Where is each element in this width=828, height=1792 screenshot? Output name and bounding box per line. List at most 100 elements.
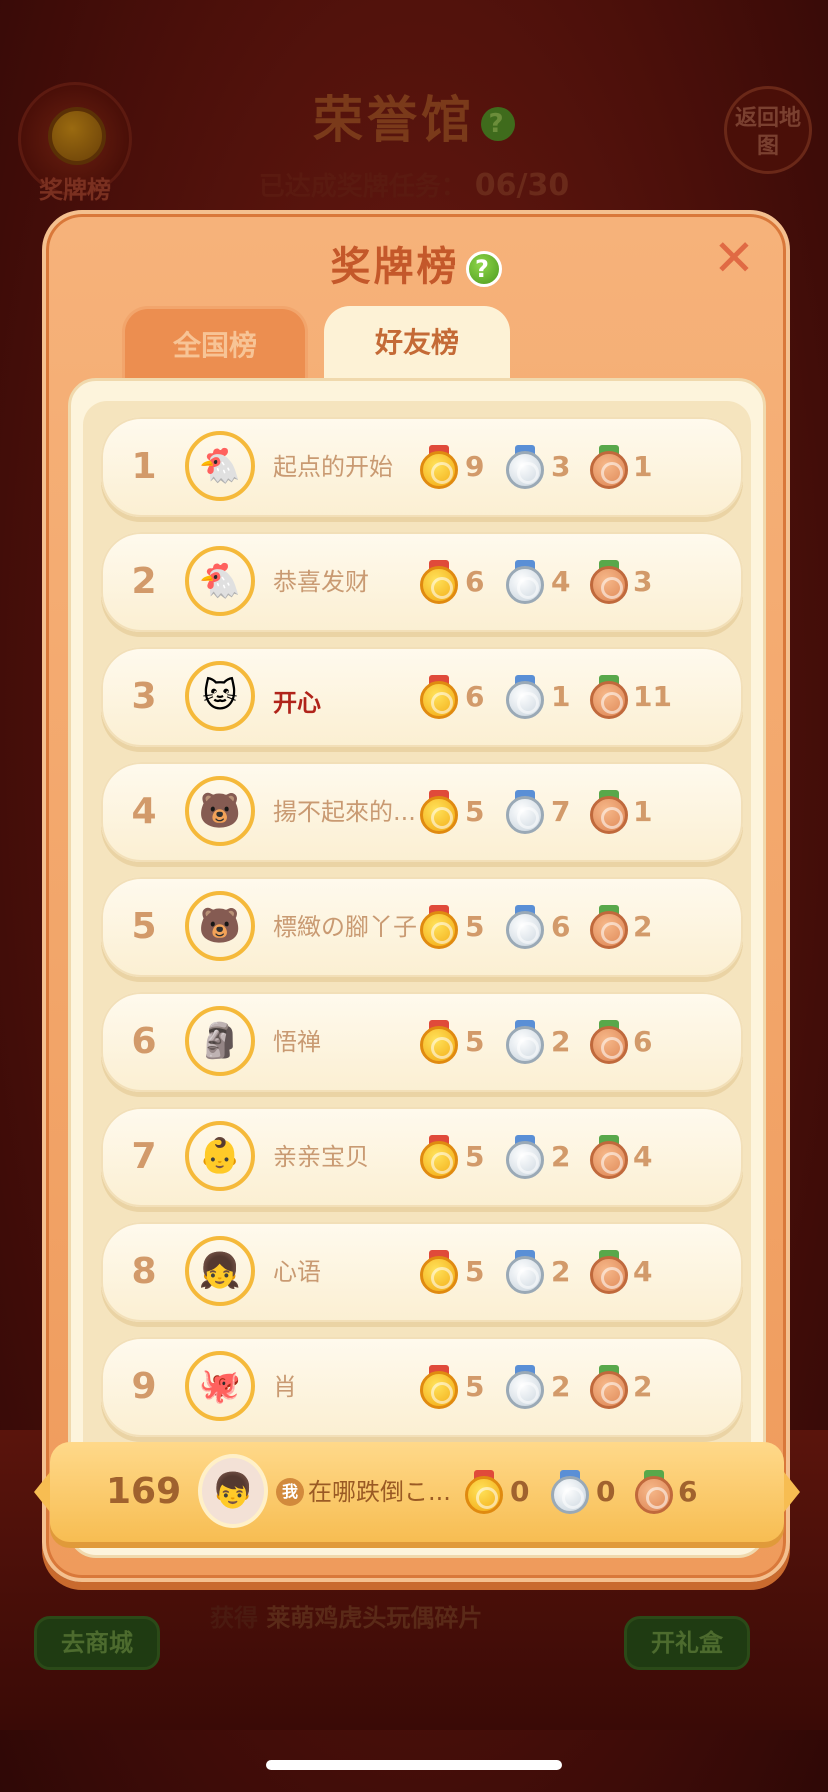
bronze-count: 6 xyxy=(678,1475,698,1508)
go-to-shop-button[interactable]: 去商城 xyxy=(34,1616,160,1670)
gold-count: 5 xyxy=(465,1255,485,1288)
silver-medal-icon xyxy=(505,675,545,719)
rank-number: 5 xyxy=(131,906,157,947)
leaderboard-row[interactable]: 9 🐙 肖 5 2 2 xyxy=(101,1337,743,1437)
silver-count: 2 xyxy=(551,1025,571,1058)
player-name: 揚不起來的... xyxy=(273,798,416,826)
bronze-medal-icon xyxy=(589,1020,629,1064)
flower-girl-photo-icon[interactable]: 👧 xyxy=(185,1236,255,1306)
open-gift-box-button[interactable]: 开礼盒 xyxy=(624,1616,750,1670)
user-photo-icon[interactable]: 👦 xyxy=(198,1454,268,1528)
back-to-map-button[interactable]: 返回地图 xyxy=(724,86,812,174)
leaderboard-row[interactable]: 1 🐔 起点的开始 9 3 1 xyxy=(101,417,743,517)
bronze-count: 11 xyxy=(633,680,672,713)
bronze-medal-icon xyxy=(589,1135,629,1179)
gold-count: 0 xyxy=(510,1475,530,1508)
bronze-count: 6 xyxy=(633,1025,653,1058)
gold-count: 5 xyxy=(465,1140,485,1173)
silver-medal-icon xyxy=(505,1250,545,1294)
baby-photo-icon[interactable]: 👶 xyxy=(185,1121,255,1191)
my-rank-row: 169 👦 我 在哪跌倒こ... 0 0 6 xyxy=(34,1442,800,1542)
gold-medal-icon xyxy=(419,1020,459,1064)
bear-chick-icon[interactable]: 🐻 xyxy=(185,776,255,846)
help-icon[interactable]: ? xyxy=(465,251,502,287)
rank-number: 9 xyxy=(131,1366,157,1407)
silver-medal-icon xyxy=(505,1365,545,1409)
bronze-count: 1 xyxy=(633,795,653,828)
cat-frame-icon[interactable]: 🐱 xyxy=(185,661,255,731)
silver-count: 7 xyxy=(551,795,571,828)
player-name: 开心 xyxy=(273,689,321,717)
bronze-medal-icon xyxy=(589,905,629,949)
silver-count: 4 xyxy=(551,565,571,598)
player-name: 悟禅 xyxy=(273,1028,321,1056)
gold-medal-icon xyxy=(419,1365,459,1409)
gold-count: 5 xyxy=(465,910,485,943)
player-name: 起点的开始 xyxy=(273,453,393,481)
leaderboard-row[interactable]: 8 👧 心语 5 2 4 xyxy=(101,1222,743,1322)
help-icon[interactable]: ? xyxy=(481,106,515,141)
tab-friends[interactable]: 好友榜 xyxy=(324,306,510,380)
bronze-count: 2 xyxy=(633,910,653,943)
bronze-count: 4 xyxy=(633,1140,653,1173)
bear-deity-icon[interactable]: 🐻 xyxy=(185,891,255,961)
gold-count: 6 xyxy=(465,565,485,598)
silver-count: 2 xyxy=(551,1370,571,1403)
player-name: 肖 xyxy=(273,1373,297,1401)
medal-task-progress: 已达成奖牌任务： 06/30 xyxy=(258,168,570,203)
close-icon[interactable]: ✕ xyxy=(712,233,756,283)
reward-text: 获得 莱萌鸡虎头玩偶碎片 xyxy=(210,1604,483,1632)
silver-medal-icon xyxy=(505,905,545,949)
gold-medal-icon xyxy=(419,560,459,604)
rank-number: 4 xyxy=(131,791,157,832)
silver-medal-icon xyxy=(505,560,545,604)
purple-creature-icon[interactable]: 🐙 xyxy=(185,1351,255,1421)
rank-number: 3 xyxy=(131,676,157,717)
gold-count: 9 xyxy=(465,450,485,483)
tab-national[interactable]: 全国榜 xyxy=(122,306,308,380)
rank-number: 2 xyxy=(131,561,157,602)
silver-medal-icon xyxy=(505,790,545,834)
leaderboard-list: 1 🐔 起点的开始 9 3 1 2 🐔 恭喜发财 6 4 3 3 🐱 开心 6 … xyxy=(101,417,743,1452)
home-indicator[interactable] xyxy=(266,1760,562,1770)
leaderboard-row[interactable]: 6 🗿 悟禅 5 2 6 xyxy=(101,992,743,1092)
gold-medal-icon xyxy=(419,790,459,834)
gold-count: 6 xyxy=(465,680,485,713)
player-name: 亲亲宝贝 xyxy=(273,1143,369,1171)
bronze-medal-icon xyxy=(589,790,629,834)
rank-number: 7 xyxy=(131,1136,157,1177)
gold-medal-icon xyxy=(419,905,459,949)
me-badge: 我 xyxy=(276,1478,304,1506)
my-name: 在哪跌倒こ... xyxy=(308,1478,451,1506)
leaderboard-row[interactable]: 7 👶 亲亲宝贝 5 2 4 xyxy=(101,1107,743,1207)
silver-medal-icon xyxy=(505,1020,545,1064)
silver-count: 3 xyxy=(551,450,571,483)
leaderboard-row[interactable]: 2 🐔 恭喜发财 6 4 3 xyxy=(101,532,743,632)
player-name: 標緻の腳丫子 xyxy=(273,913,417,941)
player-name: 恭喜发财 xyxy=(273,568,369,596)
silver-medal-icon xyxy=(550,1470,590,1514)
bronze-medal-icon xyxy=(589,560,629,604)
leaderboard-row[interactable]: 5 🐻 標緻の腳丫子 5 6 2 xyxy=(101,877,743,977)
statue-photo-icon[interactable]: 🗿 xyxy=(185,1006,255,1076)
my-rank: 169 xyxy=(106,1471,182,1512)
silver-count: 2 xyxy=(551,1140,571,1173)
gold-medal-icon xyxy=(419,1250,459,1294)
rooster-frame-icon[interactable]: 🐔 xyxy=(185,431,255,501)
bronze-count: 2 xyxy=(633,1370,653,1403)
bronze-count: 4 xyxy=(633,1255,653,1288)
rooster-frame-icon[interactable]: 🐔 xyxy=(185,546,255,616)
bronze-count: 1 xyxy=(633,450,653,483)
gold-count: 5 xyxy=(465,795,485,828)
silver-count: 1 xyxy=(551,680,571,713)
rank-number: 6 xyxy=(131,1021,157,1062)
silver-medal-icon xyxy=(505,1135,545,1179)
rank-number: 8 xyxy=(131,1251,157,1292)
leaderboard-row[interactable]: 3 🐱 开心 6 1 11 xyxy=(101,647,743,747)
bronze-medal-icon xyxy=(589,1365,629,1409)
player-name: 心语 xyxy=(273,1258,321,1286)
gold-medal-icon xyxy=(419,675,459,719)
leaderboard-list-container[interactable]: 1 🐔 起点的开始 9 3 1 2 🐔 恭喜发财 6 4 3 3 🐱 开心 6 … xyxy=(83,401,751,1543)
leaderboard-row[interactable]: 4 🐻 揚不起來的... 5 7 1 xyxy=(101,762,743,862)
bronze-medal-icon xyxy=(589,445,629,489)
